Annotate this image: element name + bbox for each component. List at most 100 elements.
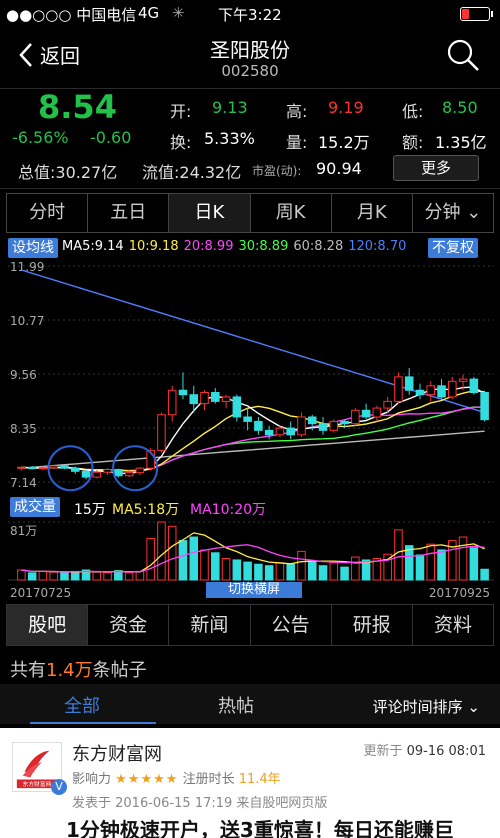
candle [458,378,468,382]
volume-ma5: MA5:18万 [112,502,180,518]
volume-bar [157,521,166,581]
volume-bar [426,543,436,581]
volume-bar [146,537,155,581]
tab-period-5[interactable]: 分钟 ⌄ [413,194,493,232]
landscape-toggle-button[interactable]: 切换横屏 [206,582,302,598]
volume-bar [458,536,468,581]
verified-icon: V [51,779,67,795]
candle [243,416,252,422]
volume-ma10: MA10:20万 [190,502,267,518]
tab-info-0[interactable]: 股吧 [7,605,89,645]
volume-bar [38,570,48,581]
ma120-line [21,269,485,414]
tab-info-5[interactable]: 资料 [413,605,493,645]
tab-info-4[interactable]: 研报 [332,605,413,645]
candle [254,420,263,431]
price-tick-label: 8.35 [10,422,37,436]
volume-bar [124,572,134,581]
ma-legend: MA5:9.14 10:9.18 20:8.99 30:8.89 60:8.28 120:… [62,239,406,254]
post-count-suffix: 条帖子 [92,660,147,681]
volume-indicator-button[interactable]: 成交量 [10,497,60,517]
ma-settings-button[interactable]: 设均线 [8,238,58,258]
tab-period-4[interactable]: 月K [332,194,413,232]
search-icon[interactable] [446,38,480,72]
volume-bar [254,563,263,581]
post-card[interactable]: 东方财富网 V 东方财富网 更新于 09-16 08:01 影响力 ★★★★★ … [0,728,500,838]
battery-icon [460,7,493,21]
price-tick-label: 9.56 [10,368,37,382]
post-headline[interactable]: 1分钟极速开户，送3重惊喜！每日还能赚巨 [66,814,454,838]
kline-chart[interactable]: 11.9910.779.568.357.14 [8,258,494,600]
tab-info-2[interactable]: 新闻 [169,605,251,645]
change-amount: -0.60 [90,128,132,147]
volume-bar [221,558,231,581]
volume-bar [264,565,274,581]
candle [361,409,371,418]
tab-all-posts[interactable]: 全部 [64,692,100,718]
candle [81,470,91,478]
nav-bar: 返回 圣阳股份 002580 [0,26,500,88]
candle [200,391,209,405]
tab-period-3[interactable]: 周K [251,194,332,232]
period-tabs: 分时 五日 日K 周K 月K 分钟 ⌄ [6,193,494,233]
volume-bar [437,549,446,581]
candle [307,416,317,425]
candle [480,391,489,421]
influence-label: 影响力 [72,772,112,787]
pe-label: 市盈(动): [252,164,302,178]
turnover-value: 5.33% [204,129,255,148]
low-value: 8.50 [442,98,478,117]
price-tick-label: 10.77 [10,314,44,328]
candle [232,396,242,418]
updated-time: 更新于 09-16 08:01 [363,740,486,759]
tab-hot-posts[interactable]: 热帖 [218,692,254,718]
sort-label: 评论时间排序 [372,698,463,716]
ma-value-4: 60:8.28 [293,239,344,254]
candle [27,466,37,470]
price-adjust-button[interactable]: 不复权 [428,238,478,258]
chevron-down-icon: ⌄ [467,698,480,716]
candle [167,389,177,416]
candle [415,389,425,396]
volume-bar [178,540,188,581]
ma-value-5: 120:8.70 [348,239,407,254]
volume-bar [135,570,145,581]
post-count-prefix: 共有 [10,660,46,681]
status-bar: ●●○○○ 中国电信 4G ✳ 下午3:22 [0,0,500,26]
open-label: 开: [170,102,192,121]
volume-bar [49,571,58,581]
volume-bar [232,559,242,581]
amount-label: 额: [402,133,424,152]
tab-period-0[interactable]: 分时 [7,194,89,232]
tab-period-1[interactable]: 五日 [88,194,170,232]
network-label: 4G [138,4,160,22]
carrier-label: ●●○○○ 中国电信 [6,6,137,24]
ma-value-0: MA5:9.14 [62,239,124,254]
post-count-number: 1.4万 [46,660,93,681]
sort-dropdown[interactable]: 评论时间排序 ⌄ [373,696,480,717]
tab-info-1[interactable]: 资金 [88,605,170,645]
candle [60,465,69,469]
high-label: 高: [286,102,308,121]
candle [70,467,80,472]
posted-info: 发表于 2016-06-15 17:19 来自股吧网页版 [72,796,328,811]
current-price: 8.54 [38,88,117,126]
candle [351,409,360,425]
volume-bar [307,560,317,581]
author-name[interactable]: 东方财富网 [72,740,162,766]
volume-bar [329,562,339,581]
change-percent: -6.56% [12,128,69,147]
candle [114,469,123,477]
volume-ma5-line [21,532,485,573]
more-button[interactable]: 更多 [393,155,479,181]
candle [221,396,231,402]
volume-value: 15.2万 [318,133,370,152]
volume-bar [92,571,102,581]
tab-info-3[interactable]: 公告 [251,605,332,645]
tab-period-2[interactable]: 日K [169,194,251,232]
divider [0,188,500,189]
volume-bar [211,552,220,581]
candle [469,378,479,393]
volume-bar [27,572,37,581]
volume-bar [286,563,295,581]
